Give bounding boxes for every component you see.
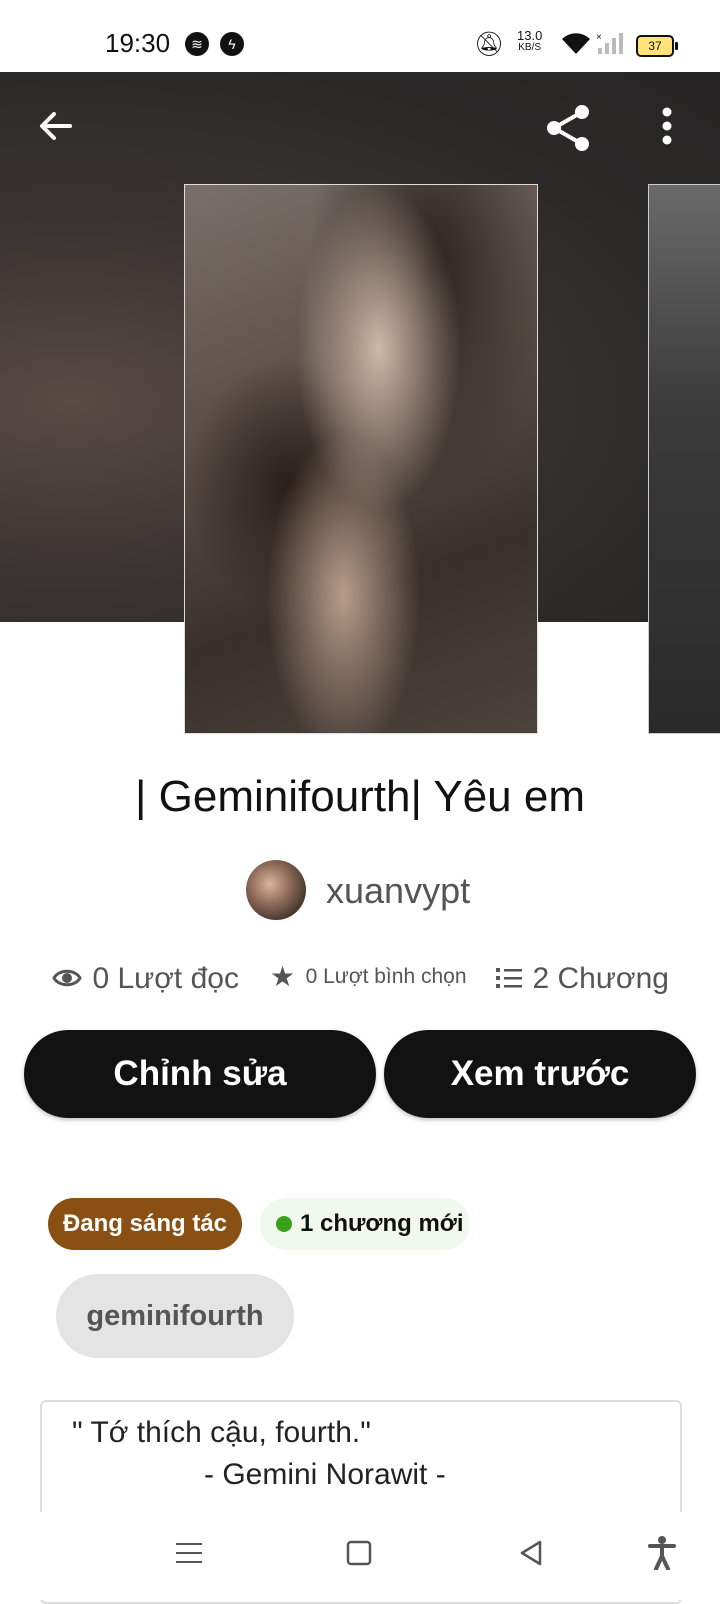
status-bar: 19:30 ≋ ϟ 🔕︎ 13.0 KB/S × 37 [0,0,720,72]
description-line: " Tớ thích cậu, fourth." [72,1416,371,1449]
votes-count: 0 Lượt bình chọn [305,965,467,988]
back-nav-button[interactable] [518,1540,544,1571]
more-button[interactable] [660,106,674,151]
new-chapters-badge: 1 chương mới [260,1198,470,1250]
tag-chip[interactable]: geminifourth [56,1274,294,1358]
edit-button[interactable]: Chỉnh sửa [24,1030,376,1118]
new-dot-icon [276,1216,292,1232]
spotify-icon: ≋ [185,32,209,56]
net-speed-value: 13.0 [517,28,543,43]
story-title: | Geminifourth| Yêu em [134,772,586,821]
eye-icon [52,969,82,987]
square-icon [346,1540,372,1566]
menu-icon [176,1543,202,1563]
messenger-icon: ϟ [220,32,244,56]
star-icon: ★ [270,961,296,992]
back-button[interactable] [36,106,76,151]
chapters-count: 2 Chương [532,962,669,995]
author-name[interactable]: xuanvypt [326,870,470,912]
share-button[interactable] [542,102,594,159]
arrow-left-icon [40,112,72,140]
reads-stat: 0 Lượt đọc [52,962,239,996]
signal-icon: × [596,30,624,61]
network-speed: 13.0 KB/S [517,28,543,54]
chapters-stat[interactable]: 2 Chương [496,962,669,996]
new-chapters-label: 1 chương mới [300,1210,464,1237]
list-icon [496,968,522,988]
menu-nav-button[interactable] [176,1540,202,1571]
accessibility-button[interactable] [648,1536,676,1575]
mute-vibrate-icon: 🔕︎ [474,31,505,58]
net-speed-unit: KB/S [518,42,542,53]
story-cover-image[interactable] [184,184,538,734]
status-badge: Đang sáng tác [48,1198,242,1250]
share-icon [547,105,589,151]
battery-indicator: 37 [636,35,678,57]
reads-count: 0 Lượt đọc [92,962,239,995]
description-line: - Gemini Norawit - [204,1458,446,1491]
preview-button[interactable]: Xem trước [384,1030,696,1118]
svg-text:×: × [596,32,602,43]
more-vertical-icon [662,107,672,145]
author-avatar[interactable] [246,860,306,920]
system-nav-bar [0,1512,720,1600]
home-nav-button[interactable] [346,1540,372,1571]
wifi-icon [560,30,592,61]
accessibility-icon [648,1536,676,1571]
votes-stat: ★ 0 Lượt bình chọn [270,960,467,993]
triangle-back-icon [520,1540,542,1566]
status-time: 19:30 [105,28,171,58]
next-story-cover-image[interactable] [648,184,720,734]
